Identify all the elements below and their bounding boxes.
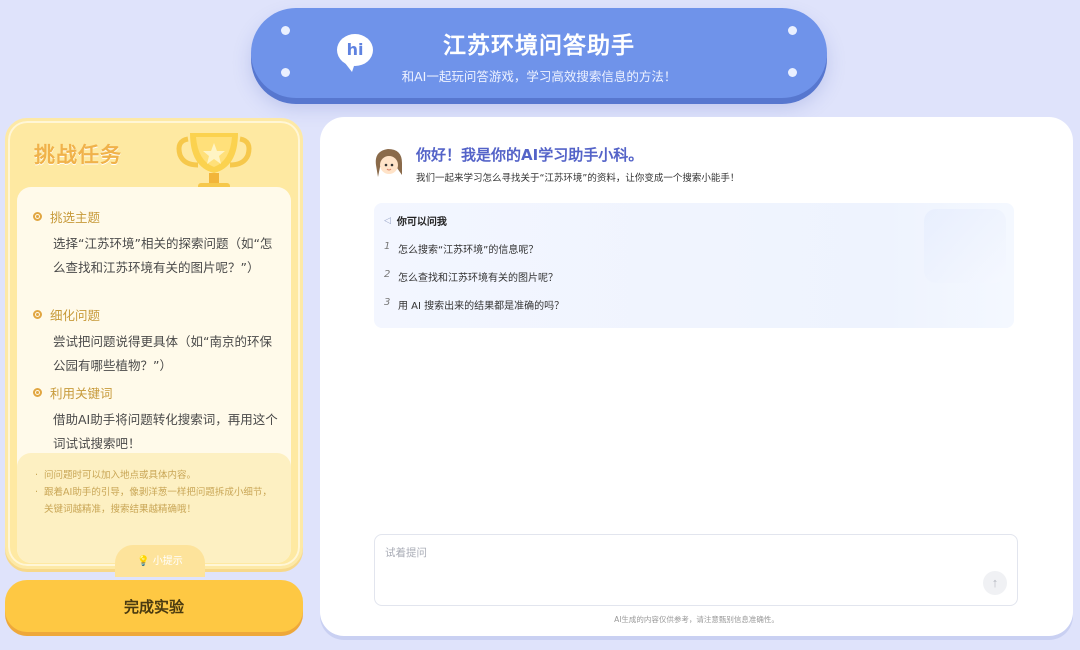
tip-item: · 问问题时可以加入地点或具体内容。 xyxy=(35,470,197,481)
tip-item: · 跟着AI助手的引导，像剥洋葱一样把问题拆成小细节，关键词越精准，搜索结果越精确… xyxy=(35,487,272,515)
assistant-avatar xyxy=(375,149,402,177)
step-item: 利用关键词 借助AI助手将问题转化搜索词，再用这个词试试搜索吧！ xyxy=(33,383,283,456)
question-input[interactable] xyxy=(375,535,1017,605)
target-icon xyxy=(33,388,42,397)
suggested-question[interactable]: 3 用 AI 搜索出来的结果都是准确的吗？ xyxy=(384,297,1004,312)
step-title: 利用关键词 xyxy=(50,386,113,401)
suggested-question[interactable]: 1 怎么搜索“江苏环境”的信息呢？ xyxy=(384,241,1004,256)
app-title: 江苏环境问答助手 xyxy=(443,33,635,59)
step-item: 挑选主题 选择“江苏环境”相关的探索问题（如“怎么查找和江苏环境有关的图片呢？”… xyxy=(33,207,283,280)
suggested-question[interactable]: 2 怎么查找和江苏环境有关的图片呢？ xyxy=(384,269,1004,284)
step-description: 尝试把问题说得更具体（如“南京的环保公园有哪些植物？”） xyxy=(53,334,272,373)
step-item: 细化问题 尝试把问题说得更具体（如“南京的环保公园有哪些植物？”） xyxy=(33,305,283,378)
target-icon xyxy=(33,310,42,319)
finish-experiment-button[interactable]: 完成实验 xyxy=(5,580,303,632)
challenge-task-card: 挑战任务 挑选主题 选择“江苏环境”相关的探索问题（如“怎么查找和江苏环境有关的… xyxy=(5,118,303,577)
suggested-questions-box: ◁ 你可以问我 1 怎么搜索“江苏环境”的信息呢？ 2 怎么查找和江苏环境有关的… xyxy=(374,203,1014,328)
greeting-title: 你好！我是你的AI学习助手小科。 xyxy=(416,146,644,164)
app-subtitle: 和AI一起玩问答游戏，学习高效搜索信息的方法！ xyxy=(401,69,677,84)
greeting-subtitle: 我们一起来学习怎么寻找关于“江苏环境”的资料，让你变成一个搜索小能手！ xyxy=(416,173,740,184)
chat-icon: ◁ xyxy=(384,215,391,226)
task-title: 挑战任务 xyxy=(34,143,122,167)
tips-badge: 💡 小提示 xyxy=(115,545,205,577)
decorative-card xyxy=(924,209,1006,283)
chat-panel: 你好！我是你的AI学习助手小科。 我们一起来学习怎么寻找关于“江苏环境”的资料，… xyxy=(320,117,1073,636)
ai-disclaimer: AI生成的内容仅供参考，请注意甄别信息准确性。 xyxy=(614,615,779,624)
header-banner: hi 江苏环境问答助手 和AI一起玩问答游戏，学习高效搜索信息的方法！ xyxy=(251,8,827,98)
target-icon xyxy=(33,212,42,221)
step-title: 挑选主题 xyxy=(50,210,101,225)
suggested-header: ◁ 你可以问我 xyxy=(384,215,447,229)
step-description: 选择“江苏环境”相关的探索问题（如“怎么查找和江苏环境有关的图片呢？”） xyxy=(53,236,273,275)
task-steps-panel: 挑选主题 选择“江苏环境”相关的探索问题（如“怎么查找和江苏环境有关的图片呢？”… xyxy=(17,187,291,577)
send-arrow-up-icon[interactable]: ↑ xyxy=(983,571,1007,595)
step-title: 细化问题 xyxy=(50,308,101,323)
question-input-box: ↑ xyxy=(374,534,1018,606)
tips-box: · 问问题时可以加入地点或具体内容。 · 跟着AI助手的引导，像剥洋葱一样把问题拆成… xyxy=(17,453,291,577)
step-description: 借助AI助手将问题转化搜索词，再用这个词试试搜索吧！ xyxy=(53,412,278,451)
